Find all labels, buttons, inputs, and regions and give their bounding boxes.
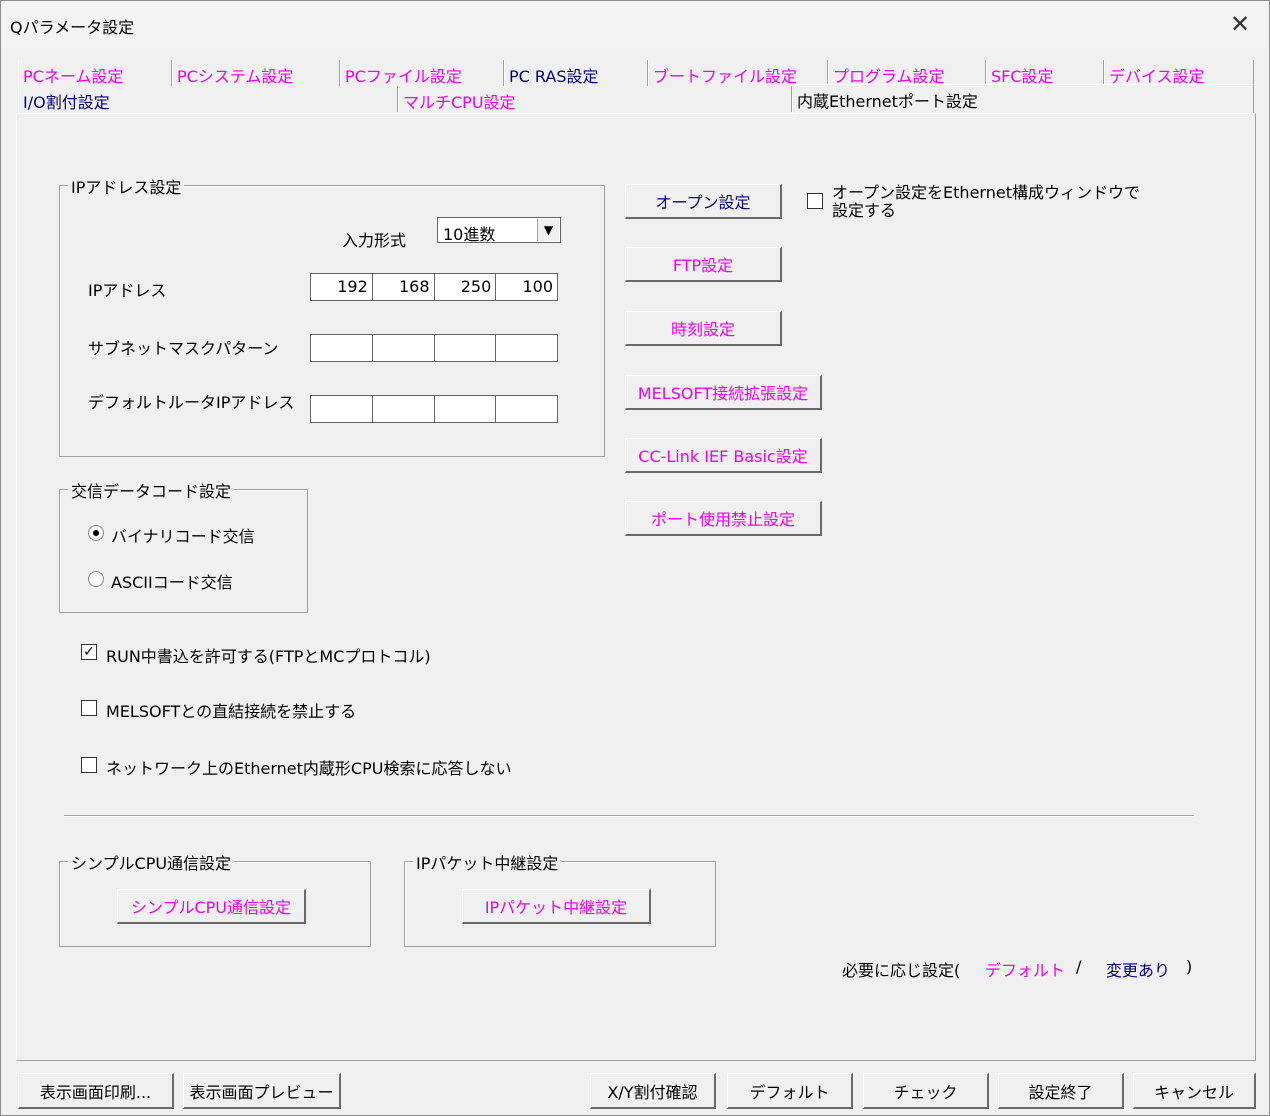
tab-builtin-ethernet[interactable]: 内蔵Ethernetポート設定 bbox=[792, 84, 1254, 114]
cclink-ief-basic-button[interactable]: CC-Link IEF Basic設定 bbox=[625, 438, 822, 473]
ip-octet-3[interactable]: 250 bbox=[435, 274, 497, 300]
ip-relay-button[interactable]: IPパケット中継設定 bbox=[462, 889, 651, 924]
tab-multi-cpu[interactable]: マルチCPU設定 bbox=[398, 86, 792, 112]
subnet-octet-3[interactable] bbox=[435, 335, 497, 361]
default-button[interactable]: デフォルト bbox=[727, 1073, 853, 1109]
close-icon[interactable]: ✕ bbox=[1224, 8, 1256, 40]
melsoft-extension-button[interactable]: MELSOFT接続拡張設定 bbox=[625, 375, 822, 410]
ip-address-field[interactable]: 192 168 250 100 bbox=[310, 273, 558, 301]
binary-radio[interactable] bbox=[88, 525, 104, 541]
data-code-group: 交信データコード設定 bbox=[59, 478, 308, 613]
legend-changed: 変更あり bbox=[1106, 961, 1171, 980]
port-disable-button[interactable]: ポート使用禁止設定 bbox=[625, 501, 822, 536]
subnet-field[interactable] bbox=[310, 334, 558, 362]
run-write-checkbox[interactable]: ✓ bbox=[81, 644, 97, 660]
print-preview-button[interactable]: 表示画面プレビュー bbox=[183, 1073, 341, 1109]
melsoft-direct-checkbox[interactable] bbox=[81, 700, 97, 716]
ascii-radio[interactable] bbox=[88, 571, 104, 587]
gateway-octet-1[interactable] bbox=[311, 396, 373, 422]
tab-pc-system[interactable]: PCシステム設定 bbox=[172, 60, 340, 86]
ip-octet-1[interactable]: 192 bbox=[311, 274, 373, 300]
title-bar bbox=[0, 0, 1270, 48]
ip-relay-group-title: IPパケット中継設定 bbox=[413, 850, 562, 874]
input-format-label: 入力形式 bbox=[342, 231, 407, 250]
window-title: Qパラメータ設定 bbox=[10, 18, 135, 37]
run-write-label: RUN中書込を許可する(FTPとMCプロトコル) bbox=[106, 647, 431, 666]
input-format-select[interactable]: 10進数 ▼ bbox=[437, 217, 561, 244]
gateway-octet-4[interactable] bbox=[496, 396, 557, 422]
gateway-octet-2[interactable] bbox=[373, 396, 435, 422]
gateway-label: デフォルトルータIPアドレス bbox=[88, 393, 295, 412]
tab-pc-ras[interactable]: PC RAS設定 bbox=[504, 60, 648, 86]
ip-octet-4[interactable]: 100 bbox=[496, 274, 557, 300]
simple-cpu-button[interactable]: シンプルCPU通信設定 bbox=[117, 889, 306, 924]
ip-octet-2[interactable]: 168 bbox=[373, 274, 435, 300]
print-screen-button[interactable]: 表示画面印刷... bbox=[18, 1073, 174, 1109]
tab-pc-file[interactable]: PCファイル設定 bbox=[340, 60, 504, 86]
ip-address-label: IPアドレス bbox=[88, 281, 167, 300]
subnet-octet-4[interactable] bbox=[496, 335, 557, 361]
melsoft-direct-label: MELSOFTとの直結接続を禁止する bbox=[106, 702, 357, 721]
no-response-label: ネットワーク上のEthernet内蔵形CPU検索に応答しない bbox=[106, 759, 512, 778]
subnet-label: サブネットマスクパターン bbox=[88, 339, 279, 358]
tab-device[interactable]: デバイス設定 bbox=[1104, 60, 1254, 86]
tab-sfc[interactable]: SFC設定 bbox=[986, 60, 1104, 86]
gateway-field[interactable] bbox=[310, 395, 558, 423]
legend-default: デフォルト bbox=[985, 961, 1066, 980]
open-window-label: オープン設定をEthernet構成ウィンドウで 設定する bbox=[832, 183, 1140, 220]
subnet-octet-2[interactable] bbox=[373, 335, 435, 361]
xy-assign-check-button[interactable]: X/Y割付確認 bbox=[590, 1073, 716, 1109]
input-format-value: 10進数 bbox=[443, 225, 496, 244]
separator bbox=[64, 815, 1194, 817]
cancel-button[interactable]: キャンセル bbox=[1133, 1073, 1256, 1109]
legend-suffix: ) bbox=[1186, 957, 1193, 976]
check-button[interactable]: チェック bbox=[863, 1073, 989, 1109]
legend-prefix: 必要に応じ設定( bbox=[842, 961, 961, 980]
legend-slash: / bbox=[1076, 957, 1082, 976]
no-response-checkbox[interactable] bbox=[81, 757, 97, 773]
tab-program[interactable]: プログラム設定 bbox=[828, 60, 986, 86]
ftp-settings-button[interactable]: FTP設定 bbox=[625, 247, 782, 282]
time-settings-button[interactable]: 時刻設定 bbox=[625, 311, 782, 346]
gateway-octet-3[interactable] bbox=[435, 396, 497, 422]
ip-group-title: IPアドレス設定 bbox=[68, 174, 185, 198]
simple-cpu-group-title: シンプルCPU通信設定 bbox=[68, 850, 235, 874]
tab-boot-file[interactable]: ブートファイル設定 bbox=[648, 60, 828, 86]
open-window-checkbox[interactable] bbox=[807, 193, 823, 209]
chevron-down-icon[interactable]: ▼ bbox=[537, 219, 559, 241]
ascii-label: ASCIIコード交信 bbox=[111, 573, 233, 592]
tab-io-assign[interactable]: I/O割付設定 bbox=[18, 86, 398, 112]
subnet-octet-1[interactable] bbox=[311, 335, 373, 361]
finish-settings-button[interactable]: 設定終了 bbox=[998, 1073, 1124, 1109]
data-code-group-title: 交信データコード設定 bbox=[68, 478, 235, 502]
open-settings-button[interactable]: オープン設定 bbox=[625, 184, 782, 219]
tab-pc-name[interactable]: PCネーム設定 bbox=[18, 60, 172, 86]
binary-label: バイナリコード交信 bbox=[111, 527, 255, 546]
